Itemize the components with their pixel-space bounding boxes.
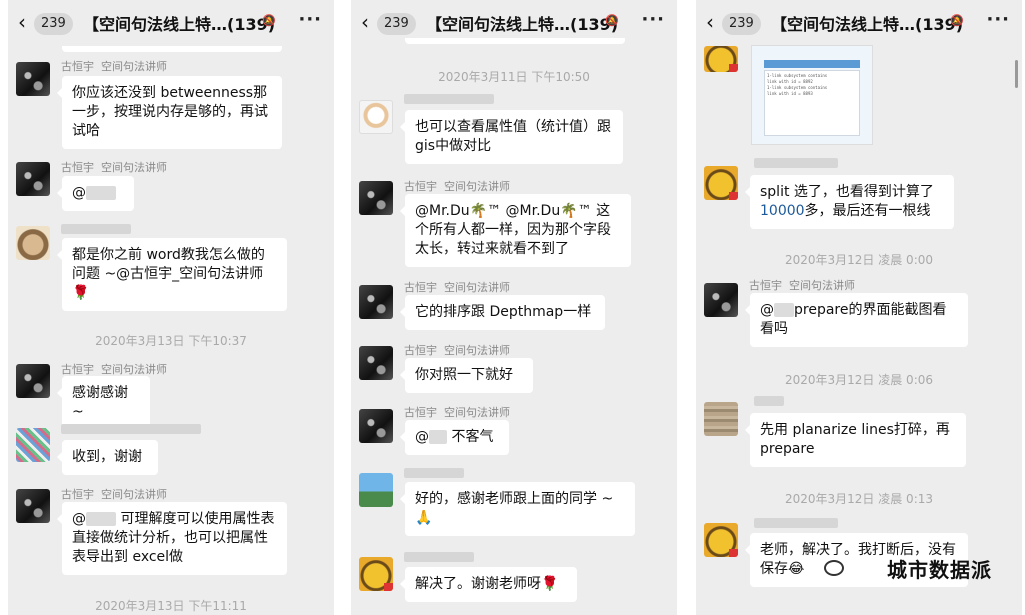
chat-header: ‹ 239 【空间句法线上特…(139) 🔕 ··· bbox=[696, 0, 1022, 46]
timestamp: 2020年3月13日 下午10:37 bbox=[95, 334, 247, 348]
blurred-sender-name bbox=[404, 552, 474, 562]
blurred-sender-name bbox=[754, 396, 784, 406]
sender-name: 古恒宇 空间句法讲师 bbox=[61, 60, 167, 73]
avatar[interactable] bbox=[704, 523, 738, 557]
chat-title: 【空间句法线上特…(139) bbox=[426, 15, 619, 34]
message-bubble[interactable]: split 选了，也看得到计算了 10000多，最后还有一根线 bbox=[745, 175, 954, 229]
message-bubble[interactable]: 解决了。谢谢老师呀🌹 bbox=[400, 567, 577, 602]
chat-panel-2: ‹ 239 【空间句法线上特…(139) 🔕 ··· 2020年3月11日 下午… bbox=[351, 0, 677, 615]
blurred-sender-name bbox=[61, 424, 201, 434]
timestamp: 2020年3月12日 凌晨 0:00 bbox=[784, 253, 934, 267]
timestamp: 2020年3月11日 下午10:50 bbox=[438, 70, 590, 84]
timestamp: 2020年3月12日 凌晨 0:06 bbox=[784, 373, 934, 387]
back-arrow-icon[interactable]: ‹ bbox=[18, 10, 26, 34]
avatar[interactable] bbox=[704, 166, 738, 200]
sender-name: 古恒宇 空间句法讲师 bbox=[404, 406, 510, 419]
avatar[interactable] bbox=[359, 557, 393, 591]
flag-icon bbox=[729, 192, 738, 200]
avatar[interactable] bbox=[359, 181, 393, 215]
message-bubble[interactable]: 你对照一下就好 bbox=[400, 358, 533, 393]
message-bubble[interactable]: 先用 planarize lines打碎，再 prepare bbox=[745, 413, 966, 467]
sender-name: 古恒宇 空间句法讲师 bbox=[61, 363, 167, 376]
screenshot-log: 1-link subsystem contains link with id =… bbox=[764, 70, 860, 136]
avatar[interactable] bbox=[704, 46, 738, 72]
avatar[interactable] bbox=[359, 346, 393, 380]
blurred-mention bbox=[429, 430, 447, 444]
message-bubble[interactable]: @Mr.Du🌴™ @Mr.Du🌴™ 这个所有人都一样，因为那个字段太长，转过来就… bbox=[400, 194, 631, 267]
sender-name: 古恒宇 空间句法讲师 bbox=[404, 281, 510, 294]
blurred-mention bbox=[86, 186, 116, 200]
message-bubble[interactable]: 你应该还没到 betweenness那一步，按理说内存是够的，再试试哈 bbox=[57, 76, 282, 149]
blurred-mention bbox=[86, 512, 116, 526]
unread-count-badge[interactable]: 239 bbox=[722, 13, 761, 35]
sender-name: 古恒宇 空间句法讲师 bbox=[404, 180, 510, 193]
message-bubble[interactable]: 都是你之前 word教我怎么做的问题 ~@古恒宇_空间句法讲师 🌹 bbox=[57, 238, 287, 311]
flag-icon bbox=[384, 583, 393, 591]
blurred-sender-name bbox=[404, 94, 494, 104]
flag-icon bbox=[729, 64, 738, 72]
watermark-text: 城市数据派 bbox=[887, 558, 992, 582]
sender-name: 古恒宇 空间句法讲师 bbox=[749, 279, 855, 292]
blurred-sender-name bbox=[404, 468, 464, 478]
mute-bell-icon: 🔕 bbox=[262, 14, 276, 27]
message-bubble[interactable]: 好的，感谢老师跟上面的同学 ~ 🙏 bbox=[400, 482, 635, 536]
message-bubble[interactable]: @ 不客气 bbox=[400, 420, 509, 455]
avatar[interactable] bbox=[16, 62, 50, 96]
screenshot-titlebar bbox=[764, 60, 860, 68]
screenshot-image[interactable]: 1-link subsystem contains link with id =… bbox=[751, 45, 873, 145]
message-bubble[interactable]: 也可以查看属性值（统计值）跟 gis中做对比 bbox=[400, 110, 623, 164]
timestamp: 2020年3月13日 下午11:11 bbox=[95, 599, 247, 613]
more-options-icon[interactable]: ··· bbox=[986, 9, 1010, 30]
avatar[interactable] bbox=[16, 364, 50, 398]
avatar[interactable] bbox=[16, 428, 50, 462]
unread-count-badge[interactable]: 239 bbox=[377, 13, 416, 35]
chat-title: 【空间句法线上特…(139) bbox=[83, 15, 276, 34]
avatar[interactable] bbox=[16, 489, 50, 523]
blurred-sender-name bbox=[754, 518, 838, 528]
avatar[interactable] bbox=[16, 162, 50, 196]
flag-icon bbox=[729, 549, 738, 557]
sender-name: 古恒宇 空间句法讲师 bbox=[404, 344, 510, 357]
back-arrow-icon[interactable]: ‹ bbox=[706, 10, 714, 34]
avatar[interactable] bbox=[359, 473, 393, 507]
chat-panel-3: ‹ 239 【空间句法线上特…(139) 🔕 ··· 1-link subsys… bbox=[696, 0, 1022, 615]
avatar[interactable] bbox=[359, 285, 393, 319]
sender-name: 古恒宇 空间句法讲师 bbox=[61, 161, 167, 174]
avatar[interactable] bbox=[359, 100, 393, 134]
more-options-icon[interactable]: ··· bbox=[641, 9, 665, 30]
avatar[interactable] bbox=[359, 409, 393, 443]
mute-bell-icon: 🔕 bbox=[605, 14, 619, 27]
more-options-icon[interactable]: ··· bbox=[298, 9, 322, 30]
chat-header: ‹ 239 【空间句法线上特…(139) 🔕 ··· bbox=[8, 0, 334, 46]
unread-count-badge[interactable]: 239 bbox=[34, 13, 73, 35]
chat-title: 【空间句法线上特…(139) bbox=[771, 15, 964, 34]
back-arrow-icon[interactable]: ‹ bbox=[361, 10, 369, 34]
avatar[interactable] bbox=[704, 402, 738, 436]
watermark-logo-icon bbox=[824, 560, 844, 576]
mute-bell-icon: 🔕 bbox=[950, 14, 964, 27]
message-bubble-fragment bbox=[405, 38, 625, 44]
sender-name: 古恒宇 空间句法讲师 bbox=[61, 488, 167, 501]
avatar[interactable] bbox=[16, 226, 50, 260]
message-bubble[interactable]: @ prepare的界面能截图看看吗 bbox=[745, 293, 968, 347]
message-bubble[interactable]: @ bbox=[57, 176, 134, 211]
timestamp: 2020年3月12日 凌晨 0:13 bbox=[784, 492, 934, 506]
message-bubble[interactable]: 感谢感谢 ~ bbox=[57, 376, 150, 430]
blurred-mention bbox=[774, 303, 794, 317]
blurred-sender-name bbox=[754, 158, 838, 168]
message-bubble[interactable]: 收到，谢谢 bbox=[57, 440, 158, 475]
blurred-sender-name bbox=[61, 224, 131, 234]
message-bubble[interactable]: 它的排序跟 Depthmap一样 bbox=[400, 295, 605, 330]
chat-panel-1: ‹ 239 【空间句法线上特…(139) 🔕 ··· 古恒宇 空间句法讲师 你应… bbox=[8, 0, 334, 615]
avatar[interactable] bbox=[704, 283, 738, 317]
message-bubble[interactable]: @ 可理解度可以使用属性表直接做统计分析，也可以把属性表导出到 excel做 bbox=[57, 502, 287, 575]
message-bubble-fragment bbox=[62, 46, 282, 52]
scrollbar[interactable] bbox=[1015, 60, 1018, 88]
